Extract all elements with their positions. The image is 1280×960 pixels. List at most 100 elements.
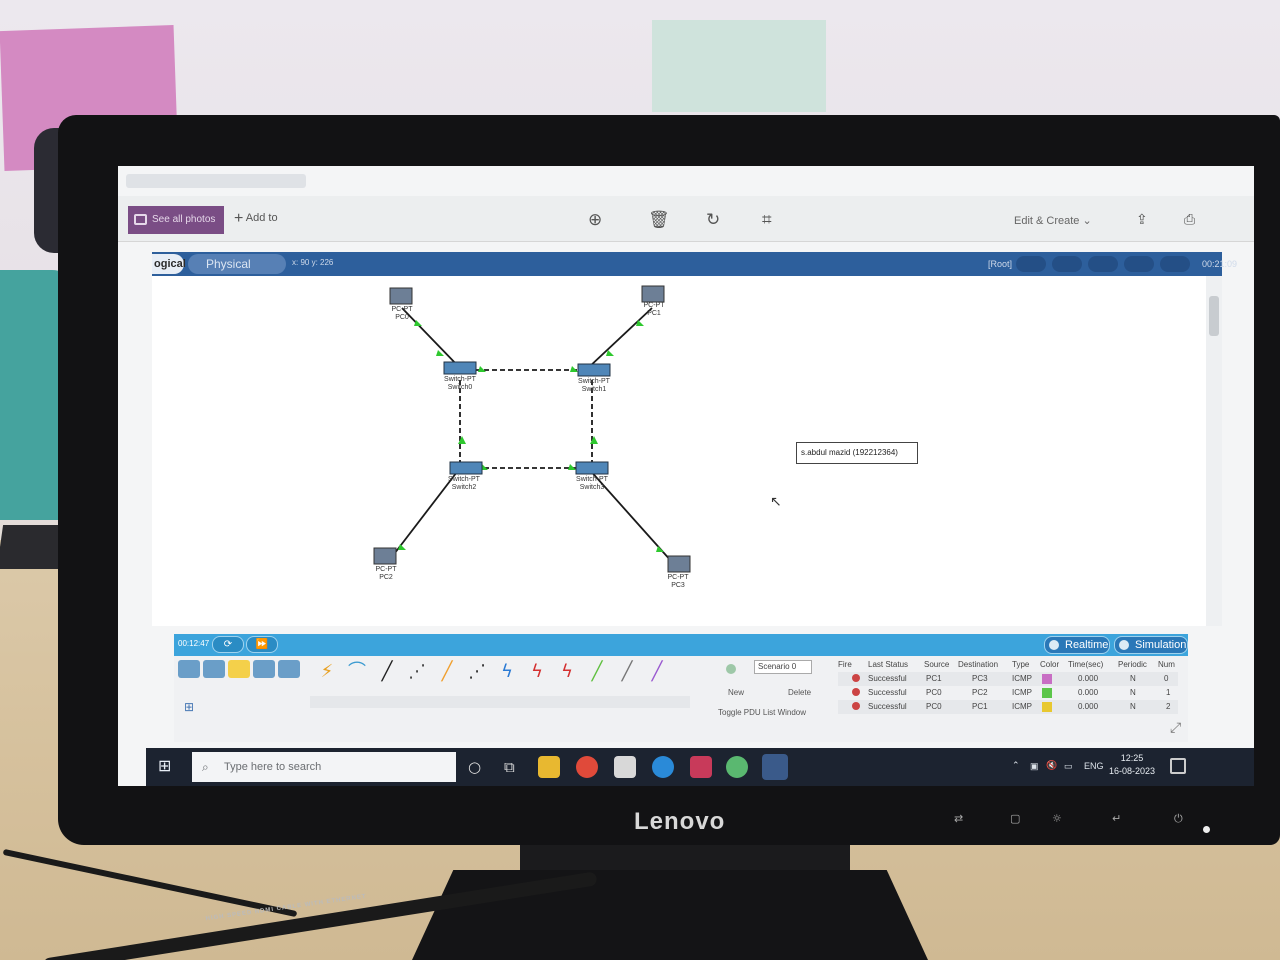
share-icon[interactable]: ⇪	[1136, 212, 1148, 228]
menu-button-icon[interactable]: ▢	[1010, 812, 1020, 825]
mouse-pointer-icon: ↖	[770, 494, 782, 510]
crossover-icon[interactable]: ⋰	[404, 660, 430, 684]
note-textbox[interactable]: s.abdul mazid (192212364)	[796, 442, 918, 464]
delete-icon[interactable]: 🗑	[648, 210, 670, 230]
toggle-pdu-list-button[interactable]: Toggle PDU List Window	[718, 708, 806, 717]
serial-dce-icon[interactable]: ϟ	[524, 660, 550, 684]
octal-icon[interactable]: ╱	[584, 660, 610, 684]
device-category-button[interactable]	[203, 660, 225, 678]
clock-icon	[1049, 640, 1059, 650]
pdu-periodic: N	[1130, 702, 1136, 711]
tab-logical[interactable]: ogical	[152, 254, 186, 274]
device-category-button[interactable]	[278, 660, 300, 678]
fiber-icon[interactable]: ╱	[434, 660, 460, 684]
workspace-clock: 00:21:09	[1202, 259, 1238, 269]
pdu-destination: PC3	[972, 674, 988, 683]
pdu-time: 0.000	[1078, 688, 1099, 697]
realtime-mode-button[interactable]: Realtime	[1044, 636, 1110, 654]
serial-dte-icon[interactable]: ϟ	[554, 660, 580, 684]
device-category-button[interactable]	[253, 660, 275, 678]
camera-tray-icon[interactable]: ▣	[1030, 761, 1039, 772]
pdu-type: ICMP	[1012, 702, 1032, 711]
crop-icon[interactable]: ⌗	[762, 210, 772, 230]
col-periodic: Periodic	[1118, 660, 1147, 669]
rotate-icon[interactable]: ↻	[706, 210, 720, 230]
pdu-periodic: N	[1130, 674, 1136, 683]
pdu-table-header: Fire Last Status Source Destination Type…	[838, 658, 1178, 672]
device-type: PC-PT	[375, 566, 397, 573]
usb-cable-icon[interactable]: ╱	[644, 660, 670, 684]
brightness-button-icon[interactable]: ☼	[1052, 812, 1062, 825]
zoom-icon[interactable]: ⊕	[588, 210, 602, 230]
add-to-button[interactable]: + Add to	[234, 210, 278, 228]
see-all-photos-button[interactable]: See all photos	[128, 206, 224, 234]
pt-nav-button[interactable]	[1088, 256, 1118, 272]
scenario-select[interactable]: Scenario 0	[754, 660, 812, 674]
pdu-row[interactable]: Successful PC0 PC1 ICMP 0.000 N 2	[838, 700, 1178, 714]
power-button-icon[interactable]: ⏻	[1174, 812, 1183, 826]
photos-taskbar-icon[interactable]	[762, 754, 788, 780]
straight-through-icon[interactable]: ╱	[374, 660, 400, 684]
fast-forward-button[interactable]: ⏩	[246, 636, 278, 653]
auto-connection-icon[interactable]: ⚡	[314, 660, 340, 684]
workspace-vertical-scrollbar[interactable]	[1206, 276, 1222, 626]
edit-create-button[interactable]: Edit & Create ⌄	[1014, 214, 1092, 227]
console-cable-icon[interactable]: ⌒	[344, 660, 370, 684]
col-num: Num	[1158, 660, 1175, 669]
fire-indicator-icon[interactable]	[852, 702, 860, 710]
device-category-button[interactable]	[178, 660, 200, 678]
pt-nav-button[interactable]	[1016, 256, 1046, 272]
expand-icon[interactable]: ⤢	[1170, 720, 1181, 736]
windows-start-icon[interactable]: ⊞	[158, 757, 176, 775]
new-scenario-button[interactable]: New	[728, 688, 744, 697]
volume-muted-icon[interactable]: 🔇	[1046, 761, 1057, 771]
link-light-up	[570, 366, 578, 372]
power-cycle-button[interactable]: ⟳	[212, 636, 244, 653]
scrollbar-thumb[interactable]	[1209, 296, 1219, 336]
language-indicator[interactable]: ENG	[1084, 761, 1104, 771]
device-type: PC-PT	[391, 306, 413, 313]
delete-scenario-button[interactable]: Delete	[788, 688, 811, 697]
cortana-icon[interactable]: ○	[468, 758, 481, 776]
pdu-row[interactable]: Successful PC1 PC3 ICMP 0.000 N 0	[838, 672, 1178, 686]
pt-nav-button[interactable]	[1052, 256, 1082, 272]
devcpp-icon[interactable]	[690, 756, 712, 778]
enter-button-icon[interactable]: ↵	[1112, 812, 1121, 825]
notification-icon[interactable]	[1170, 758, 1186, 774]
tray-chevron-icon[interactable]: ⌃	[1012, 761, 1020, 771]
pt-nav-button[interactable]	[1160, 256, 1190, 272]
iot-cable-icon[interactable]: ╱	[614, 660, 640, 684]
device-type: PC-PT	[643, 302, 665, 309]
network-icon[interactable]: ▭	[1064, 761, 1073, 772]
connections-scrollbar[interactable]	[310, 696, 690, 708]
tab-physical[interactable]: Physical	[188, 254, 286, 274]
pdu-row[interactable]: Successful PC0 PC2 ICMP 0.000 N 1	[838, 686, 1178, 700]
fire-indicator-icon[interactable]	[852, 688, 860, 696]
pt-nav-button[interactable]	[1124, 256, 1154, 272]
chrome-icon[interactable]	[576, 756, 598, 778]
pdu-num: 1	[1166, 688, 1171, 697]
taskbar-search-box[interactable]: ⌕ Type here to search	[192, 752, 456, 782]
input-button-icon[interactable]: ⇄	[954, 812, 963, 825]
windows-taskbar: ⊞ ⌕ Type here to search ○ ⧉ ⌃ ▣ 🔇 ▭ ENG …	[146, 748, 1254, 786]
taskbar-clock[interactable]: 12:25 16-08-2023	[1102, 752, 1162, 778]
file-explorer-icon[interactable]	[538, 756, 560, 778]
print-icon[interactable]: ⎙	[1184, 212, 1195, 228]
device-name: Switch0	[447, 384, 473, 391]
task-view-icon[interactable]: ⧉	[504, 758, 515, 776]
device-type: Switch-PT	[444, 376, 476, 383]
logical-workspace[interactable]: PC-PT PC0 PC-PT PC1 PC-PT PC2 PC-PT PC3 …	[152, 276, 1206, 626]
simulation-mode-button[interactable]: Simulation	[1114, 636, 1188, 654]
coaxial-icon[interactable]: ϟ	[494, 660, 520, 684]
fire-indicator-icon[interactable]	[852, 674, 860, 682]
edge-icon[interactable]	[652, 756, 674, 778]
phone-cable-icon[interactable]: ⋰	[464, 660, 490, 684]
connections-category-button[interactable]	[228, 660, 250, 678]
pdu-num: 2	[1166, 702, 1171, 711]
bottom-panel: ⊞ ⚡ ⌒ ╱ ⋰ ╱ ⋰ ϟ ϟ ϟ ╱ ╱ ╱ Scenario 0 New Delete Tog…	[174, 656, 1188, 742]
device-name: Switch1	[581, 386, 607, 393]
mail-icon[interactable]	[614, 756, 636, 778]
grid-icon[interactable]: ⊞	[184, 700, 194, 714]
packet-tracer-icon[interactable]	[726, 756, 748, 778]
device-label-pc1: PC-PT PC1	[624, 302, 684, 318]
